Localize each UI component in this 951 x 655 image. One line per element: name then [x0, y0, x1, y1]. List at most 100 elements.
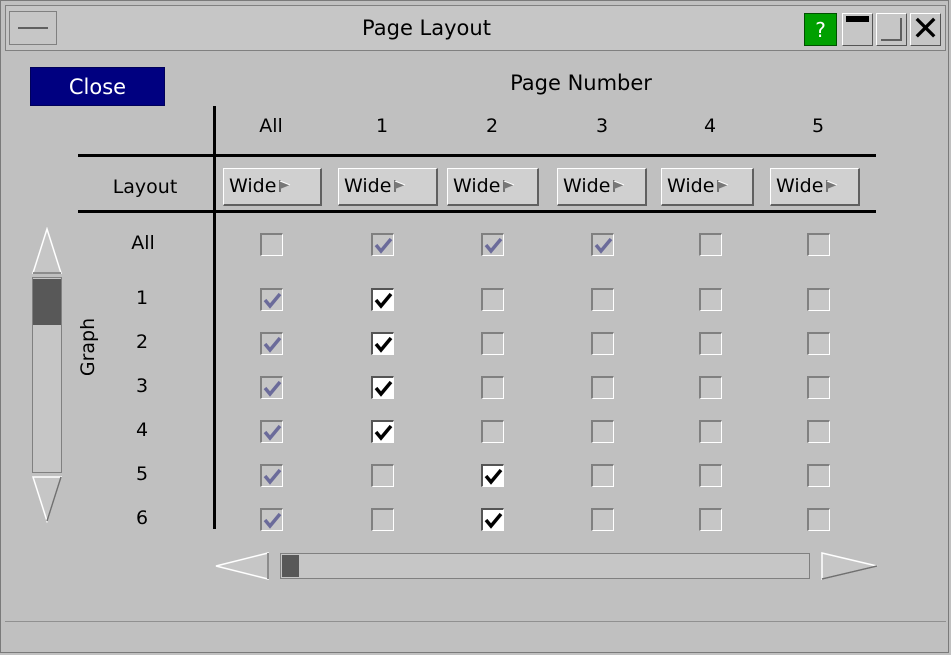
layout-dropdown-5[interactable]: Wide — [770, 168, 860, 206]
horizontal-scroll-track[interactable] — [280, 553, 810, 579]
checkbox-graph-all-page-3[interactable] — [591, 233, 614, 256]
check-mark-icon — [484, 512, 503, 529]
checkbox-graph-6-page-4[interactable] — [699, 508, 722, 531]
checkbox-graph-4-page-1[interactable] — [371, 420, 394, 443]
checkbox-graph-3-page-1[interactable] — [371, 376, 394, 399]
checkbox-graph-2-page-3[interactable] — [591, 332, 614, 355]
checkbox-graph-5-page-5[interactable] — [807, 464, 830, 487]
scroll-down-arrow-icon[interactable] — [31, 475, 63, 523]
header-divider — [78, 154, 876, 157]
close-icon[interactable]: ✕ — [910, 12, 941, 46]
check-mark-icon — [594, 237, 613, 254]
layout-divider — [78, 210, 876, 213]
checkbox-graph-6-page-2[interactable] — [481, 508, 504, 531]
check-mark-icon — [263, 292, 282, 309]
layout-dropdown-3[interactable]: Wide — [557, 168, 647, 206]
checkbox-graph-3-page-3[interactable] — [591, 376, 614, 399]
close-button[interactable]: Close — [30, 67, 165, 106]
minimize-icon[interactable] — [842, 13, 873, 46]
scroll-left-arrow-icon[interactable] — [214, 550, 270, 582]
row-label-all: All — [131, 232, 155, 254]
layout-dropdown-value: Wide — [667, 175, 715, 197]
checkbox-graph-3-page-5[interactable] — [807, 376, 830, 399]
flag-arrow-icon — [503, 180, 515, 192]
checkbox-graph-2-page-5[interactable] — [807, 332, 830, 355]
layout-dropdown-value: Wide — [453, 175, 501, 197]
page-layout-window: Page Layout ? ✕ Close Page Number Layout… — [0, 0, 949, 653]
checkbox-graph-2-page-1[interactable] — [371, 332, 394, 355]
row-label-3: 3 — [135, 375, 149, 397]
graph-axis-label: Graph — [77, 317, 99, 377]
scroll-right-arrow-icon[interactable] — [820, 550, 879, 582]
checkbox-graph-3-page-all[interactable] — [260, 376, 283, 399]
scroll-up-arrow-icon[interactable] — [31, 227, 63, 275]
checkbox-graph-1-page-all[interactable] — [260, 288, 283, 311]
layout-dropdown-value: Wide — [563, 175, 611, 197]
checkbox-graph-4-page-4[interactable] — [699, 420, 722, 443]
column-header-3: 3 — [595, 115, 609, 137]
layout-dropdown-2[interactable]: Wide — [447, 168, 539, 206]
check-mark-icon — [484, 468, 503, 485]
row-label-2: 2 — [135, 331, 149, 353]
row-label-4: 4 — [135, 419, 149, 441]
system-menu-icon[interactable] — [9, 11, 57, 45]
checkbox-graph-3-page-4[interactable] — [699, 376, 722, 399]
checkbox-graph-all-page-1[interactable] — [371, 233, 394, 256]
title-bar[interactable]: Page Layout ? ✕ — [5, 5, 946, 51]
checkbox-graph-1-page-2[interactable] — [481, 288, 504, 311]
flag-arrow-icon — [279, 180, 291, 192]
checkbox-graph-1-page-5[interactable] — [807, 288, 830, 311]
horizontal-scrollbar[interactable] — [214, 550, 879, 582]
checkbox-graph-2-page-4[interactable] — [699, 332, 722, 355]
checkbox-graph-all-page-4[interactable] — [699, 233, 722, 256]
checkbox-graph-6-page-3[interactable] — [591, 508, 614, 531]
checkbox-graph-4-page-2[interactable] — [481, 420, 504, 443]
flag-arrow-icon — [717, 180, 729, 192]
vertical-scrollbar[interactable] — [31, 227, 63, 524]
checkbox-graph-1-page-1[interactable] — [371, 288, 394, 311]
layout-dropdown-all[interactable]: Wide — [223, 168, 322, 206]
checkbox-graph-1-page-4[interactable] — [699, 288, 722, 311]
check-mark-icon — [263, 424, 282, 441]
checkbox-graph-5-page-1[interactable] — [371, 464, 394, 487]
checkbox-graph-all-page-all[interactable] — [260, 233, 283, 256]
checkbox-graph-5-page-4[interactable] — [699, 464, 722, 487]
row-label-5: 5 — [135, 463, 149, 485]
maximize-icon[interactable] — [876, 13, 907, 46]
page-number-heading: Page Number — [510, 71, 652, 95]
checkbox-graph-4-page-5[interactable] — [807, 420, 830, 443]
column-header-4: 4 — [703, 115, 717, 137]
checkbox-graph-all-page-5[interactable] — [807, 233, 830, 256]
help-icon[interactable]: ? — [804, 13, 837, 46]
checkbox-graph-1-page-3[interactable] — [591, 288, 614, 311]
checkbox-graph-5-page-all[interactable] — [260, 464, 283, 487]
row-label-1: 1 — [135, 287, 149, 309]
column-header-2: 2 — [485, 115, 499, 137]
layout-dropdown-4[interactable]: Wide — [661, 168, 754, 206]
check-mark-icon — [374, 380, 393, 397]
layout-dropdown-value: Wide — [229, 175, 277, 197]
checkbox-graph-5-page-3[interactable] — [591, 464, 614, 487]
column-header-all: All — [259, 115, 283, 137]
checkbox-graph-4-page-all[interactable] — [260, 420, 283, 443]
layout-row-label: Layout — [112, 176, 178, 198]
checkbox-graph-5-page-2[interactable] — [481, 464, 504, 487]
column-header-5: 5 — [811, 115, 825, 137]
checkbox-graph-6-page-5[interactable] — [807, 508, 830, 531]
row-label-divider — [213, 106, 216, 529]
flag-arrow-icon — [394, 180, 406, 192]
checkbox-graph-6-page-1[interactable] — [371, 508, 394, 531]
check-mark-icon — [263, 336, 282, 353]
layout-dropdown-1[interactable]: Wide — [338, 168, 438, 206]
checkbox-graph-4-page-3[interactable] — [591, 420, 614, 443]
checkbox-graph-2-page-all[interactable] — [260, 332, 283, 355]
flag-arrow-icon — [826, 180, 838, 192]
horizontal-scroll-thumb[interactable] — [282, 555, 299, 577]
checkbox-graph-6-page-all[interactable] — [260, 508, 283, 531]
row-label-6: 6 — [135, 507, 149, 529]
checkbox-graph-2-page-2[interactable] — [481, 332, 504, 355]
check-mark-icon — [263, 512, 282, 529]
vertical-scroll-thumb[interactable] — [33, 279, 61, 325]
checkbox-graph-3-page-2[interactable] — [481, 376, 504, 399]
checkbox-graph-all-page-2[interactable] — [481, 233, 504, 256]
